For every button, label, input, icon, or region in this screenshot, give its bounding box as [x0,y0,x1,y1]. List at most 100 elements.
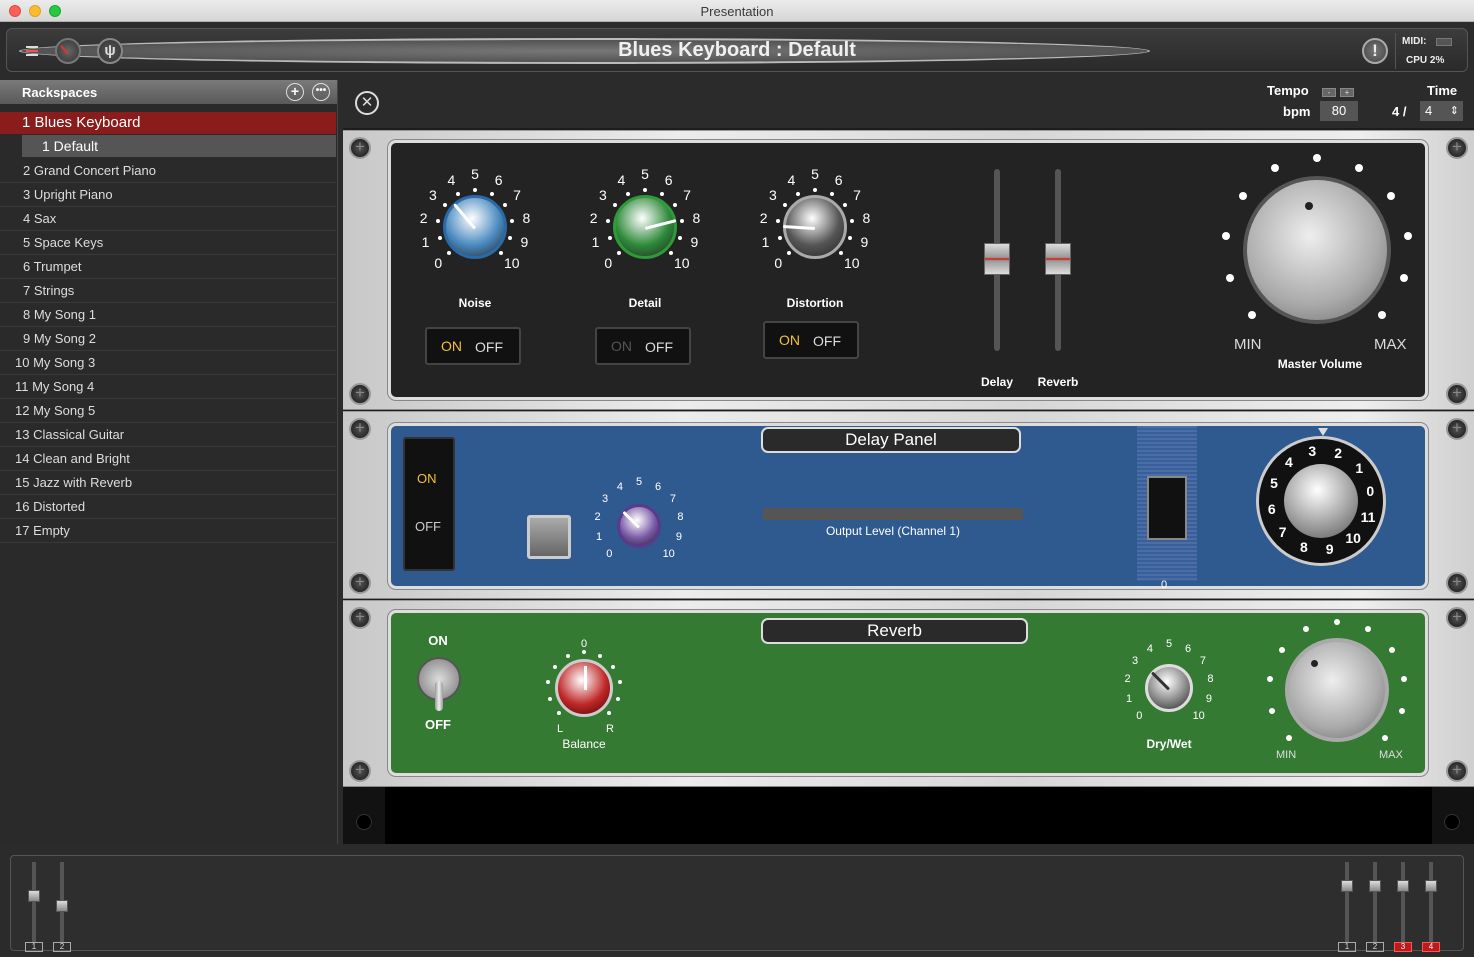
more-options-button[interactable]: ••• [312,83,330,101]
delay-fader[interactable] [984,151,1010,371]
mixer-channel-fader[interactable] [1369,862,1381,942]
sidebar-item[interactable]: 8 My Song 1 [0,303,336,327]
delay-time-knob[interactable] [617,504,661,548]
mixer-channel-fader[interactable] [1397,862,1409,942]
sidebar-item[interactable]: 2 Grand Concert Piano [0,159,336,183]
mixer-strip: 121234 [10,855,1464,952]
sidebar-item[interactable]: 7 Strings [0,279,336,303]
sidebar-item[interactable]: 5 Space Keys [0,231,336,255]
delay-square-button[interactable] [527,515,571,559]
distortion-on-off-switch[interactable]: ON OFF [763,321,859,359]
balance-knob[interactable] [555,659,613,717]
sidebar-item-label: 4 Sax [23,211,57,226]
sidebar-item[interactable]: 12 My Song 5 [0,399,336,423]
header-bar: Blues Keyboard : Default MIDI: CPU 2% [6,28,1468,72]
reverb-volume-tick [1334,619,1340,625]
noise-on-off-switch[interactable]: ON OFF [425,327,521,365]
reverb-fader-handle[interactable] [1045,243,1071,275]
sidebar-item[interactable]: 9 My Song 2 [0,327,336,351]
variation-item-selected[interactable]: 1 Default [22,135,336,157]
delay-knob-scale-label: 2 [594,511,601,524]
mixer-fader-handle[interactable] [56,900,68,912]
vertical-meter-handle[interactable] [1147,476,1187,540]
off-label: OFF [645,339,673,355]
mixer-channel-fader[interactable] [1425,862,1437,942]
sidebar-item[interactable]: 10 My Song 3 [0,351,336,375]
dry-wet-knob[interactable] [1145,664,1193,712]
detail-tick [616,251,621,256]
sidebar-item[interactable]: 16 Distorted [0,495,336,519]
mixer-channel-fader[interactable] [28,862,40,942]
master-max-label: MAX [1374,336,1407,353]
noise-scale-label: 0 [434,254,443,271]
sidebar-item[interactable]: 13 Classical Guitar [0,423,336,447]
cpu-label: CPU 2% [1406,55,1445,66]
ring-scale-label: 5 [1270,474,1278,491]
mixer-fader-handle[interactable] [1369,880,1381,892]
distortion-tick [777,236,782,241]
tempo-increase-button[interactable]: + [1340,88,1354,97]
distortion-scale-label: 2 [759,209,768,226]
bpm-input[interactable]: 80 [1320,101,1358,121]
time-signature-numerator: 4 / [1392,104,1407,119]
reverb-volume-tick [1278,647,1285,654]
rackspaces-sidebar: Rackspaces + ••• 1 Blues Keyboard 1 Defa… [0,80,338,844]
reverb-fader[interactable] [1045,151,1071,371]
delay-fader-handle[interactable] [984,243,1010,275]
sidebar-item-label: 15 Jazz with Reverb [15,475,133,490]
mixer-channel-fader[interactable] [1341,862,1353,942]
sidebar-item[interactable]: 11 My Song 4 [0,375,336,399]
noise-tick [446,251,451,256]
delay-power-rocker[interactable]: ON OFF [403,437,455,571]
distortion-pointer [782,224,816,230]
sidebar-item[interactable]: 17 Empty [0,519,336,543]
detail-knob[interactable] [613,195,677,259]
delay-knob-scale-label: 4 [616,480,623,493]
sidebar-item-label: 5 Space Keys [23,235,104,250]
master-volume-knob[interactable] [1243,176,1391,324]
reverb-volume-tick [1364,626,1371,633]
noise-tick [499,251,504,256]
sidebar-item[interactable]: 6 Trumpet [0,255,336,279]
screw-icon [1446,137,1468,159]
distortion-scale-label: 0 [774,254,783,271]
mount-hole [1444,814,1460,830]
reverb-toggle-switch[interactable] [417,657,461,711]
reverb-off-label: OFF [425,717,451,732]
screw-icon [349,383,371,405]
reverb-volume-tick [1269,708,1276,714]
reverb-volume-tick [1398,708,1405,714]
time-signature-denominator-select[interactable]: 4 [1420,101,1463,121]
mixer-fader-handle[interactable] [1425,880,1437,892]
sidebar-item[interactable]: 3 Upright Piano [0,183,336,207]
edit-tools-icon[interactable]: ✕ [355,91,379,115]
drywet-scale-label: 2 [1124,673,1131,686]
mixer-fader-handle[interactable] [28,890,40,902]
sidebar-item[interactable]: 4 Sax [0,207,336,231]
status-meter: MIDI: CPU 2% [1395,33,1463,69]
delay-ring-knob[interactable]: 3 2 1 0 11 10 9 8 7 6 5 4 [1256,436,1386,566]
noise-knob[interactable] [443,195,507,259]
sidebar-item[interactable]: 14 Clean and Bright [0,447,336,471]
reverb-level-knob[interactable] [1285,638,1389,742]
distortion-knob[interactable] [782,195,847,259]
mixer-fader-handle[interactable] [1341,880,1353,892]
mixer-channel-fader[interactable] [56,862,68,942]
empty-rack-inner [385,787,1432,844]
sidebar-item-selected[interactable]: 1 Blues Keyboard [0,112,336,134]
screw-icon [349,607,371,629]
sidebar-item[interactable]: 15 Jazz with Reverb [0,471,336,495]
distortion-tick [849,219,854,224]
ring-scale-label: 9 [1325,541,1334,558]
tempo-decrease-button[interactable]: - [1322,88,1336,97]
sidebar-item-label: 13 Classical Guitar [15,427,125,442]
noise-scale-label: 8 [522,209,531,226]
drywet-scale-label: 4 [1146,642,1153,655]
add-rackspace-button[interactable]: + [286,83,304,101]
ring-scale-label: 3 [1308,442,1317,459]
mixer-fader-handle[interactable] [1397,880,1409,892]
tempo-label: Tempo [1267,83,1309,98]
warning-icon[interactable] [1362,38,1388,64]
mixer-channel-number: 1 [1338,942,1356,952]
detail-on-off-switch[interactable]: ON OFF [595,327,691,365]
